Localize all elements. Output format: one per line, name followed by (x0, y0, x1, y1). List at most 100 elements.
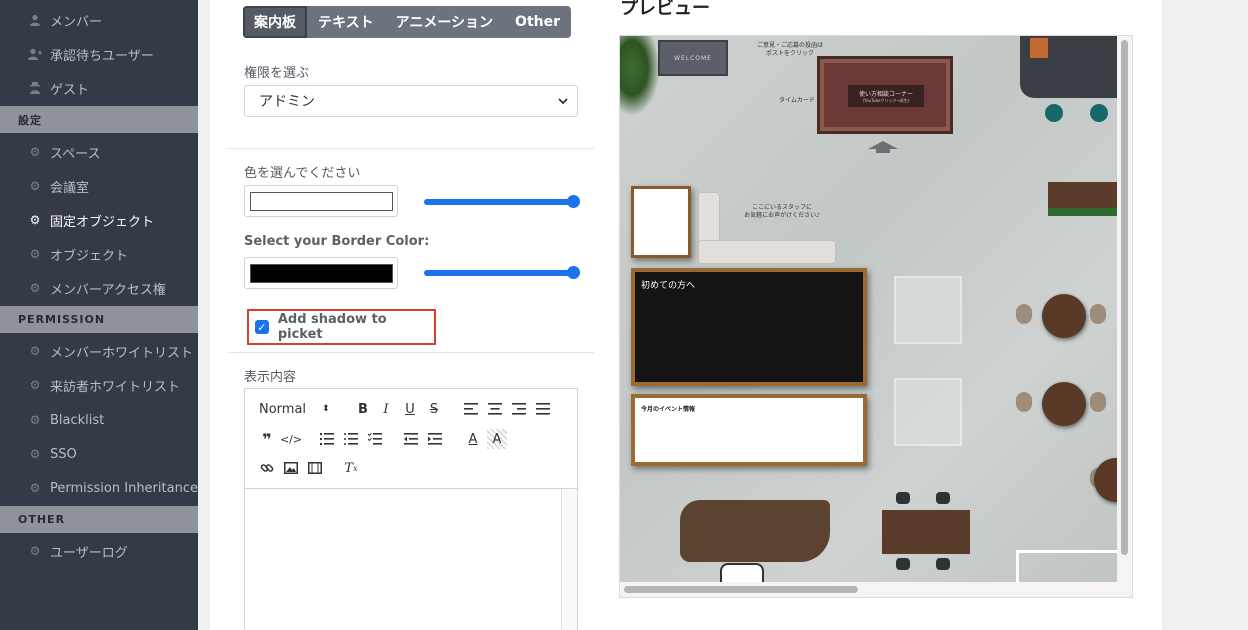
align-center-icon[interactable] (485, 399, 505, 419)
sidebar-item-sso[interactable]: ⚙ SSO (0, 437, 198, 471)
small-signboard[interactable] (631, 186, 691, 258)
shadow-checkbox[interactable]: ✓ (255, 320, 269, 334)
sidebar-item-user-log[interactable]: ⚙ ユーザーログ (0, 534, 198, 568)
format-select[interactable]: Normal ⬍ (259, 399, 339, 419)
round-table[interactable] (1042, 294, 1086, 338)
tab-signboard[interactable]: 案内板 (243, 6, 307, 38)
sidebar-item-label: SSO (50, 446, 77, 462)
indent-icon[interactable] (425, 429, 445, 449)
outdent-icon[interactable] (401, 429, 421, 449)
drink-object[interactable] (1030, 38, 1048, 58)
background-color-icon[interactable]: A (487, 429, 507, 449)
border-color-picker[interactable] (244, 257, 398, 289)
bold-icon[interactable]: B (353, 399, 373, 419)
code-block-icon[interactable]: </> (280, 429, 302, 449)
video-icon[interactable] (305, 458, 325, 478)
ordered-list-icon[interactable] (317, 429, 337, 449)
sidebar-section-permission: PERMISSION (0, 306, 198, 333)
scrollbar-thumb[interactable] (1121, 40, 1128, 555)
plant-image (620, 36, 660, 116)
tab-text[interactable]: テキスト (307, 6, 385, 38)
long-wooden-table[interactable] (680, 500, 830, 562)
sofa[interactable] (698, 192, 836, 264)
sidebar-item-fixed-objects[interactable]: ⚙ 固定オブジェクト (0, 203, 198, 237)
sidebar-item-objects[interactable]: ⚙ オブジェクト (0, 237, 198, 271)
fill-opacity-slider[interactable] (424, 195, 580, 208)
shadow-option[interactable]: ✓ Add shadow to picket (247, 309, 436, 345)
sidebar-item-label: オブジェクト (50, 248, 129, 264)
preview-vertical-scrollbar[interactable] (1117, 36, 1132, 584)
gear-icon: ⚙ (29, 447, 41, 461)
link-icon[interactable] (257, 458, 277, 478)
editor-content-area[interactable] (245, 489, 577, 630)
permission-select[interactable]: アドミン (244, 85, 578, 117)
sidebar-item-pending-users[interactable]: 承認待ちユーザー (0, 37, 198, 71)
sidebar-item-space[interactable]: ⚙ スペース (0, 135, 198, 169)
sidebar-item-member-whitelist[interactable]: ⚙ メンバーホワイトリスト (0, 334, 198, 368)
align-justify-icon[interactable] (533, 399, 553, 419)
divider (228, 352, 594, 353)
clear-format-icon[interactable]: Tx (341, 458, 361, 478)
fill-color-swatch (250, 192, 393, 211)
event-signboard[interactable]: 今月のイベント情報 (631, 394, 867, 466)
preview-canvas: WELCOME ご意見・ご応募の投函は ポストをクリック タイムカード 使い方相… (619, 35, 1133, 598)
chair (1090, 392, 1106, 412)
strike-icon[interactable]: S (424, 399, 444, 419)
sidebar-item-label: 固定オブジェクト (50, 214, 155, 230)
chair (1090, 304, 1106, 324)
sidebar-item-blacklist[interactable]: ⚙ Blacklist (0, 403, 198, 437)
shadow-checkbox-label: Add shadow to picket (277, 312, 387, 342)
fill-color-picker[interactable] (244, 185, 398, 217)
slider-handle[interactable] (567, 195, 580, 208)
work-desk[interactable] (882, 510, 970, 554)
divider (228, 148, 594, 149)
sidebar-item-permission-inheritance[interactable]: ⚙ Permission Inheritance (0, 471, 198, 505)
sidebar-item-meeting-room[interactable]: ⚙ 会議室 (0, 169, 198, 203)
blockquote-icon[interactable]: ❞ (257, 429, 277, 449)
gear-icon: ⚙ (29, 481, 41, 495)
gear-icon: ⚙ (29, 413, 41, 427)
chair (1016, 392, 1032, 412)
blackboard-signboard[interactable]: 初めての方へ (631, 268, 867, 386)
staff-note: ここにいるスタッフに お気軽にお声がけください♪ (744, 204, 820, 219)
sidebar-item-visitor-whitelist[interactable]: ⚙ 来訪者ホワイトリスト (0, 368, 198, 402)
editor-scrollbar[interactable] (561, 489, 577, 630)
sidebar-item-label: 来訪者ホワイトリスト (50, 379, 181, 395)
bullet-list-icon[interactable] (341, 429, 361, 449)
underline-icon[interactable]: U (400, 399, 420, 419)
slider-handle[interactable] (567, 266, 580, 279)
tab-other[interactable]: Other (504, 6, 571, 38)
scrollbar-thumb[interactable] (624, 586, 858, 593)
meeting-booth[interactable] (894, 378, 962, 446)
border-opacity-slider[interactable] (424, 266, 580, 279)
italic-icon[interactable]: I (376, 399, 396, 419)
sidebar-item-label: ユーザーログ (50, 545, 128, 561)
sidebar-item-label: メンバーホワイトリスト (50, 345, 194, 361)
align-right-icon[interactable] (509, 399, 529, 419)
sidebar-item-members[interactable]: メンバー (0, 3, 198, 37)
align-left-icon[interactable] (461, 399, 481, 419)
sidebar-item-guest[interactable]: ゲスト (0, 71, 198, 105)
meeting-booth[interactable] (894, 276, 962, 344)
text-color-icon[interactable]: A (463, 429, 483, 449)
chair (896, 558, 910, 570)
welcome-mat[interactable]: WELCOME (658, 40, 728, 76)
round-table[interactable] (1042, 382, 1086, 426)
permission-label: 権限を選ぶ (244, 66, 310, 81)
tab-animation[interactable]: アニメーション (385, 6, 504, 38)
time-card-label: タイムカード (779, 97, 815, 104)
consultation-rug[interactable]: 使い方相談コーナー (YouTubeクリック→再生) (817, 56, 953, 134)
chevron-down-icon (557, 95, 569, 110)
stool (1090, 104, 1108, 122)
sidebar-item-label: Permission Inheritance (50, 480, 198, 496)
preview-horizontal-scrollbar[interactable] (620, 582, 1132, 597)
rug-label-box: 使い方相談コーナー (YouTubeクリック→再生) (848, 85, 924, 107)
image-icon[interactable] (281, 458, 301, 478)
updown-icon: ⬍ (322, 404, 330, 414)
sidebar-item-label: 会議室 (50, 180, 90, 196)
checklist-icon[interactable] (365, 429, 385, 449)
chair (896, 492, 910, 504)
gear-icon: ⚙ (29, 179, 41, 193)
sidebar-item-member-access[interactable]: ⚙ メンバーアクセス権 (0, 271, 198, 305)
permission-select-value: アドミン (259, 94, 315, 110)
